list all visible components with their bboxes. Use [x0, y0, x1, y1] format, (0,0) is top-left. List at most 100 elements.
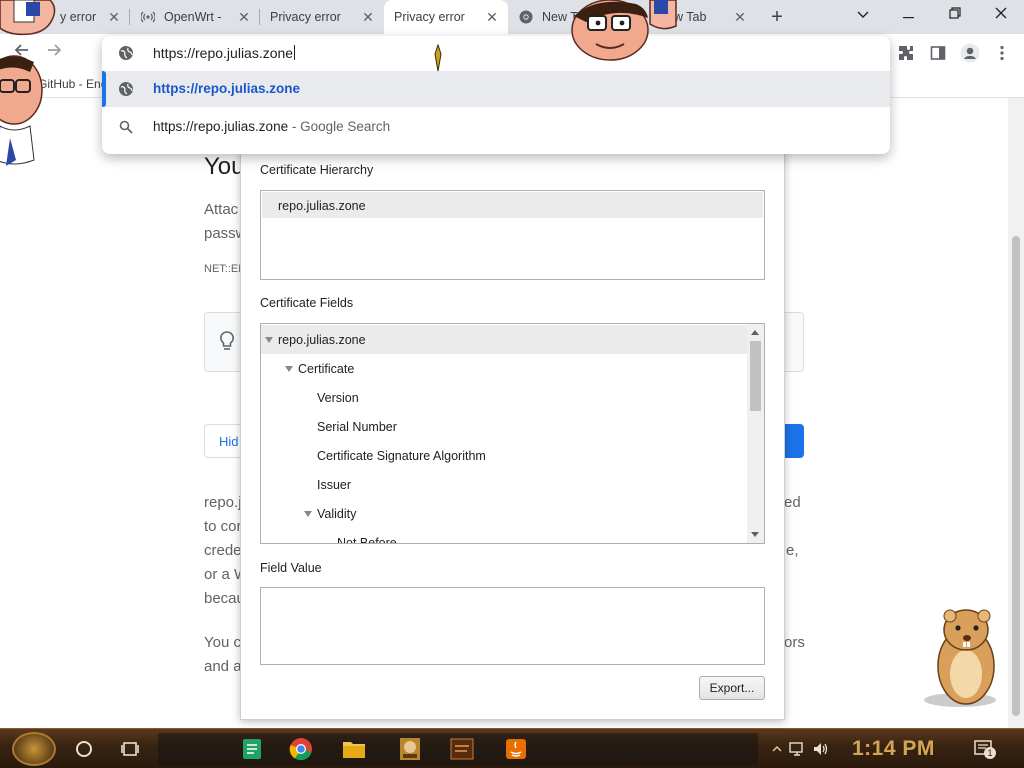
chrome-icon [518, 9, 534, 25]
page-paragraph-line: ors [784, 634, 805, 651]
more-menu-icon[interactable] [990, 41, 1014, 65]
page-paragraph-line: to cor [204, 518, 242, 535]
field-value-textarea[interactable] [260, 587, 765, 665]
field-value-label: Field Value [260, 561, 322, 575]
hierarchy-item[interactable]: repo.julias.zone [262, 192, 763, 218]
game-icon[interactable] [396, 735, 424, 763]
error-code: NET::EF [204, 263, 245, 275]
search-circle-icon[interactable] [70, 735, 98, 763]
notification-badge: 1 [984, 747, 996, 759]
field-label: repo.julias.zone [278, 333, 366, 347]
field-row-serial-number[interactable]: Serial Number [261, 412, 747, 441]
expand-triangle-icon[interactable] [285, 366, 293, 372]
close-tab-icon[interactable]: ✕ [236, 9, 252, 25]
export-button[interactable]: Export... [699, 676, 765, 700]
expand-triangle-icon[interactable] [304, 511, 312, 517]
fields-scrollbar[interactable] [747, 324, 764, 543]
close-window-button[interactable] [978, 0, 1024, 30]
field-label: Serial Number [317, 420, 397, 434]
taskbar: 1:14 PM 1 [0, 728, 1024, 768]
certificate-fields-tree: repo.julias.zone Certificate Version Ser… [260, 323, 765, 544]
page-paragraph-line: becau [204, 590, 245, 607]
radio-signal-icon [140, 9, 156, 25]
tab-privacy-error-active[interactable]: Privacy error ✕ [384, 0, 508, 34]
forward-button[interactable] [42, 41, 66, 65]
close-tab-icon[interactable]: ✕ [106, 9, 122, 25]
suggestion-url[interactable]: https://repo.julias.zone [102, 71, 890, 107]
field-row-certificate[interactable]: Certificate [261, 354, 747, 383]
spreadsheet-icon[interactable] [238, 735, 266, 763]
field-label: Validity [317, 507, 357, 521]
address-input[interactable]: https://repo.julias.zone [153, 45, 296, 61]
extensions-icon[interactable] [894, 41, 918, 65]
suggestion-suffix: - Google Search [288, 119, 391, 134]
field-row-version[interactable]: Version [261, 383, 747, 412]
certificate-fields-label: Certificate Fields [260, 296, 354, 310]
cartoon-hand-sticker [0, 0, 60, 41]
field-row-root[interactable]: repo.julias.zone [261, 325, 747, 354]
text-caret [294, 45, 296, 60]
field-row-issuer[interactable]: Issuer [261, 470, 747, 499]
field-label: Issuer [317, 478, 352, 492]
notification-center-icon[interactable]: 1 [970, 735, 998, 763]
address-bar[interactable]: https://repo.julias.zone [102, 36, 890, 70]
field-row-validity[interactable]: Validity [261, 499, 747, 528]
tab-search-chevron-icon[interactable] [840, 0, 886, 30]
page-paragraph-line: You c [204, 634, 241, 651]
folder-icon[interactable] [340, 735, 368, 763]
scrollbar-thumb[interactable] [750, 341, 761, 411]
network-icon[interactable] [786, 735, 808, 763]
hamster-sticker [920, 602, 1012, 715]
page-text-line: Attac [204, 201, 239, 218]
certificate-hierarchy-list: repo.julias.zone [260, 190, 765, 280]
page-paragraph-line: ed [784, 494, 801, 511]
globe-icon [118, 45, 134, 64]
taskbar-clock[interactable]: 1:14 PM [852, 737, 935, 761]
close-tab-icon[interactable]: ✕ [484, 9, 500, 25]
omnibox-dropdown: https://repo.julias.zone https://repo.ju… [102, 36, 890, 154]
chrome-icon[interactable] [287, 735, 315, 763]
certificate-viewer-dialog: Certificate Hierarchy repo.julias.zone C… [240, 150, 785, 720]
minimize-button[interactable] [886, 0, 932, 30]
profile-avatar[interactable] [958, 41, 982, 65]
tab-openwrt[interactable]: OpenWrt - ✕ [130, 0, 260, 34]
expand-triangle-icon[interactable] [265, 337, 273, 343]
task-view-icon[interactable] [116, 735, 144, 763]
close-tab-icon[interactable]: ✕ [732, 9, 748, 25]
tab-title: OpenWrt - [164, 10, 222, 24]
close-tab-icon[interactable]: ✕ [360, 9, 376, 25]
media-icon[interactable] [448, 735, 476, 763]
tab-title: Privacy error [270, 10, 341, 24]
bookmark-github[interactable]: GitHub - Enc [38, 77, 107, 91]
suggestion-text: https://repo.julias.zone [153, 119, 289, 134]
scrollbar-thumb[interactable] [1012, 236, 1020, 716]
search-icon [118, 119, 134, 135]
field-label: Certificate Signature Algorithm [317, 449, 486, 463]
certificate-hierarchy-label: Certificate Hierarchy [260, 163, 374, 177]
volume-icon[interactable] [810, 735, 832, 763]
page-paragraph-line: crede [204, 542, 242, 559]
page-paragraph-line: e, [786, 542, 799, 559]
globe-icon [118, 81, 134, 97]
java-icon[interactable] [502, 735, 530, 763]
tab-strip: y error ✕ OpenWrt - ✕ Privacy error ✕ Pr… [0, 0, 1024, 34]
page-heading: You [204, 153, 245, 180]
suggestion-search[interactable]: https://repo.julias.zone - Google Search [102, 109, 890, 145]
text-cursor-icon [433, 43, 443, 75]
restore-button[interactable] [932, 0, 978, 30]
cartoon-man-head-sticker [566, 0, 686, 67]
cartoon-man-with-glasses-sticker [0, 50, 44, 173]
field-label: Not Before [337, 536, 397, 544]
lightbulb-icon [219, 331, 235, 354]
tab-privacy-error-2[interactable]: Privacy error ✕ [260, 0, 384, 34]
show-hidden-icons-chevron[interactable] [768, 735, 786, 763]
new-tab-button[interactable]: + [765, 5, 789, 29]
side-panel-icon[interactable] [926, 41, 950, 65]
scroll-up-icon[interactable] [751, 330, 759, 335]
scroll-down-icon[interactable] [751, 532, 759, 537]
field-row-not-before[interactable]: Not Before [261, 528, 747, 544]
address-text: https://repo.julias.zone [153, 45, 294, 61]
start-button[interactable] [12, 732, 56, 766]
field-row-signature-algorithm[interactable]: Certificate Signature Algorithm [261, 441, 747, 470]
field-label: Certificate [298, 362, 355, 376]
